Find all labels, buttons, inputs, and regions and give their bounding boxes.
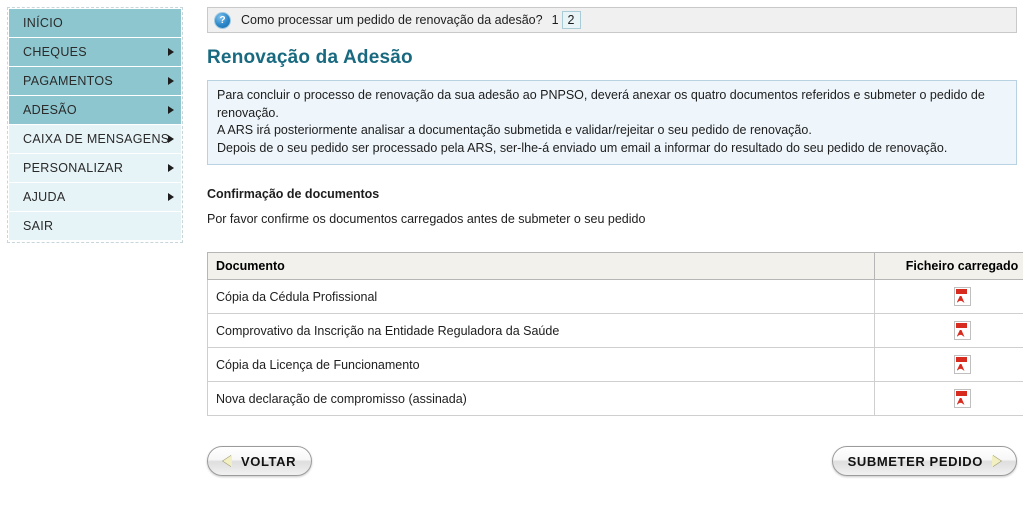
back-button-label: VOLTAR	[241, 453, 297, 469]
table-header-ficheiro-carregado: Ficheiro carregado	[874, 252, 1023, 280]
arrow-left-icon	[223, 455, 232, 467]
sidebar-item-label: CAIXA DE MENSAGENS	[23, 132, 170, 146]
help-pager-page-2[interactable]: 2	[561, 11, 581, 29]
sidebar-item-label: SAIR	[23, 219, 54, 233]
chevron-right-icon	[168, 48, 174, 56]
help-bar-text: Como processar um pedido de renovação da…	[241, 13, 543, 27]
submit-request-button[interactable]: SUBMETER PEDIDO	[831, 446, 1017, 476]
pdf-icon[interactable]	[953, 355, 971, 374]
section-title: Confirmação de documentos	[207, 187, 380, 201]
info-box-line-2: A ARS irá posteriormente analisar a docu…	[217, 123, 812, 137]
question-mark-icon[interactable]: ?	[214, 11, 231, 29]
help-pager-page-1[interactable]: 1	[549, 13, 562, 27]
section-subtitle: Por favor confirme os documentos carrega…	[207, 212, 646, 226]
info-box-line-3: Depois de o seu pedido ser processado pe…	[217, 140, 948, 155]
pdf-icon[interactable]	[953, 321, 971, 340]
chevron-right-icon	[168, 135, 174, 143]
sidebar-item-label: ADESÃO	[23, 103, 77, 117]
sidebar-item-caixa-de-mensagens[interactable]: CAIXA DE MENSAGENS	[9, 125, 181, 154]
back-button[interactable]: VOLTAR	[207, 446, 313, 476]
table-header-documento: Documento	[207, 252, 875, 280]
sidebar-item-pagamentos[interactable]: PAGAMENTOS	[9, 67, 181, 96]
sidebar-item-label: PAGAMENTOS	[23, 74, 114, 88]
info-box: Para concluir o processo de renovação da…	[207, 80, 1017, 165]
button-row: VOLTAR SUBMETER PEDIDO	[207, 446, 1017, 480]
uploaded-file-cell	[874, 279, 1023, 314]
sidebar-item-label: INÍCIO	[23, 16, 63, 30]
chevron-right-icon	[168, 164, 174, 172]
sidebar-item-cheques[interactable]: CHEQUES	[9, 38, 181, 67]
page-title: Renovação da Adesão	[207, 47, 413, 68]
documents-table: Documento Ficheiro carregado Cópia da Cé…	[207, 252, 1023, 416]
sidebar-item-label: PERSONALIZAR	[23, 161, 124, 175]
sidebar-item-personalizar[interactable]: PERSONALIZAR	[9, 154, 181, 183]
sidebar-item-inicio[interactable]: INÍCIO	[9, 9, 181, 38]
table-row: Cópia da Licença de Funcionamento	[207, 347, 1023, 382]
submit-button-label: SUBMETER PEDIDO	[847, 453, 983, 469]
chevron-right-icon	[168, 193, 174, 201]
page-root: INÍCIO CHEQUES PAGAMENTOS ADESÃO CAIXA D…	[0, 0, 1023, 515]
document-name: Nova declaração de compromisso (assinada…	[207, 381, 875, 416]
sidebar-item-adesao[interactable]: ADESÃO	[9, 96, 181, 125]
sidebar-item-label: AJUDA	[23, 190, 66, 204]
table-row: Nova declaração de compromisso (assinada…	[207, 381, 1023, 416]
document-name: Cópia da Licença de Funcionamento	[207, 347, 875, 382]
sidebar-item-sair[interactable]: SAIR	[9, 212, 181, 241]
pdf-icon[interactable]	[953, 287, 971, 306]
uploaded-file-cell	[874, 347, 1023, 382]
document-name: Comprovativo da Inscrição na Entidade Re…	[207, 313, 875, 348]
uploaded-file-cell	[874, 313, 1023, 348]
help-bar: ? Como processar um pedido de renovação …	[207, 7, 1017, 33]
pdf-icon[interactable]	[953, 389, 971, 408]
table-header-row: Documento Ficheiro carregado	[207, 252, 1023, 280]
arrow-right-icon	[992, 455, 1001, 467]
uploaded-file-cell	[874, 381, 1023, 416]
info-box-line-1: Para concluir o processo de renovação da…	[217, 88, 985, 120]
table-row: Cópia da Cédula Profissional	[207, 279, 1023, 314]
main-content: ? Como processar um pedido de renovação …	[207, 7, 1023, 480]
sidebar-item-label: CHEQUES	[23, 45, 87, 59]
chevron-right-icon	[168, 106, 174, 114]
sidebar: INÍCIO CHEQUES PAGAMENTOS ADESÃO CAIXA D…	[7, 7, 183, 243]
table-row: Comprovativo da Inscrição na Entidade Re…	[207, 313, 1023, 348]
chevron-right-icon	[168, 77, 174, 85]
document-name: Cópia da Cédula Profissional	[207, 279, 875, 314]
sidebar-item-ajuda[interactable]: AJUDA	[9, 183, 181, 212]
